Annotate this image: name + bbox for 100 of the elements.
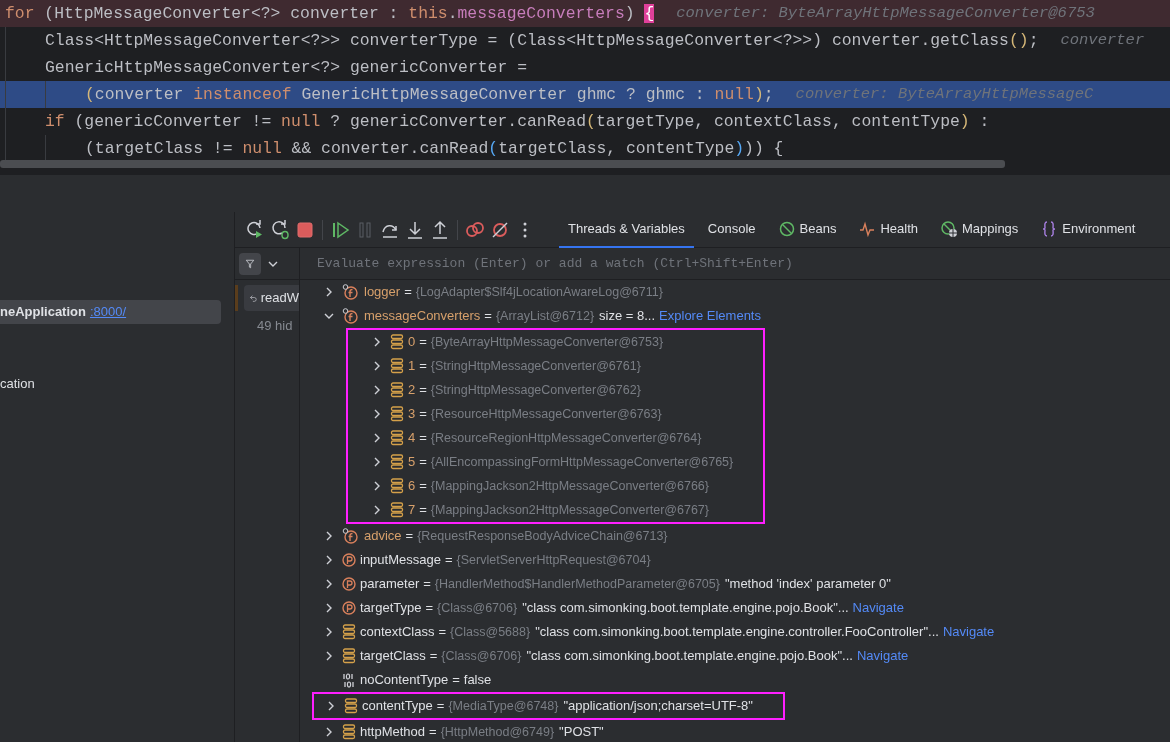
variable-name: 2 xyxy=(408,381,416,400)
tab[interactable]: Mappings xyxy=(932,211,1028,248)
variable-value: {AllEncompassingFormHttpMessageConverter@6765} xyxy=(430,453,734,471)
action-link[interactable]: Navigate xyxy=(942,622,995,642)
equals-sign: = xyxy=(404,283,412,302)
tab[interactable]: Beans xyxy=(769,211,846,248)
equals-sign: = xyxy=(419,501,427,520)
value-text: "class com.simonking.boot.template.engine.pojo.Book"... xyxy=(522,599,849,618)
action-link[interactable]: Navigate xyxy=(852,598,904,618)
rerun-button[interactable] xyxy=(245,219,265,240)
binary-icon xyxy=(342,672,356,688)
equals-sign: = xyxy=(405,527,414,546)
code-line: GenericHttpMessageConverter<?> genericConverter = xyxy=(45,57,527,79)
variable-value: {ServletServerHttpRequest@6704} xyxy=(456,551,651,569)
stop-button[interactable] xyxy=(295,219,315,240)
variable-name: parameter xyxy=(360,575,420,594)
stack-icon xyxy=(342,624,356,640)
variable-name: advice xyxy=(364,527,402,546)
variable-name: 1 xyxy=(408,357,416,376)
step-out-button[interactable] xyxy=(430,219,450,240)
breakpoints-icon xyxy=(465,219,485,240)
variable-value: {MappingJackson2HttpMessageConverter@6767} xyxy=(430,501,709,519)
stack-icon xyxy=(344,698,358,714)
stack-icon xyxy=(390,334,404,350)
variable-name: targetType xyxy=(360,599,422,618)
parameter-icon xyxy=(342,577,356,591)
parameter-icon xyxy=(342,601,356,615)
step-into-button[interactable] xyxy=(405,219,425,240)
variable-name: contentType xyxy=(362,697,433,716)
variable-value: {Class@5688} xyxy=(450,623,531,641)
equals-sign: = xyxy=(425,599,434,618)
variable-value: {MediaType@6748} xyxy=(448,697,559,715)
equals-sign: = xyxy=(452,671,460,690)
pulse-icon xyxy=(859,220,876,237)
braces-icon xyxy=(1041,220,1058,237)
equals-sign: = xyxy=(419,453,427,472)
service-item[interactable]: cation xyxy=(0,372,221,396)
tab[interactable]: Health xyxy=(850,211,927,248)
field-icon xyxy=(342,283,360,301)
step-into-icon xyxy=(405,219,425,240)
variable-name: 6 xyxy=(408,477,416,496)
inline-value-hint: converter: ByteArrayHttpMessageC xyxy=(795,84,1094,105)
stack-icon xyxy=(390,478,404,494)
stack-icon xyxy=(390,430,404,446)
variable-value: {MappingJackson2HttpMessageConverter@6766} xyxy=(430,477,709,495)
resume-icon xyxy=(330,219,350,240)
code-line: (targetClass != null && converter.canRead(targetClass, contentType))) { xyxy=(85,138,784,160)
equals-sign: = xyxy=(419,357,427,376)
service-item[interactable]: neApplication :8000/ xyxy=(0,300,221,324)
variable-value: {StringHttpMessageConverter@6762} xyxy=(430,381,641,399)
filter-button[interactable] xyxy=(239,252,261,275)
inline-value-hint: converter xyxy=(1060,30,1145,51)
value-text: "application/json;charset=UTF-8" xyxy=(563,697,753,716)
variable-name: noContentType xyxy=(360,671,449,690)
variable-name: 5 xyxy=(408,453,416,472)
value-text: "class com.simonking.boot.template.engine.controller.FooController"... xyxy=(535,623,939,642)
equals-sign: = xyxy=(436,697,445,716)
mute-breakpoints-button[interactable] xyxy=(490,219,510,240)
value-text: "POST" xyxy=(559,723,604,742)
stack-icon xyxy=(342,724,356,740)
variable-name: 7 xyxy=(408,501,416,520)
tab[interactable]: Console xyxy=(698,211,765,248)
more-icon xyxy=(523,221,527,238)
stack-icon xyxy=(342,648,356,664)
code-line: if (genericConverter != null ? genericConverter.canRead(targetType, contextClass, contentType) : xyxy=(45,111,990,133)
variable-value: false xyxy=(463,671,492,690)
equals-sign: = xyxy=(419,333,427,352)
breakpoints-button[interactable] xyxy=(465,219,485,240)
stack-icon xyxy=(390,358,404,374)
stop-icon xyxy=(295,219,315,240)
variable-name: 0 xyxy=(408,333,416,352)
parameter-icon xyxy=(342,553,356,567)
equals-sign: = xyxy=(419,429,427,448)
stack-icon xyxy=(390,382,404,398)
mute-breakpoints-icon xyxy=(490,219,510,240)
equals-sign: = xyxy=(419,405,427,424)
variable-value: {ResourceHttpMessageConverter@6763} xyxy=(430,405,662,423)
variable-name: inputMessage xyxy=(360,551,441,570)
code-line: (converter instanceof GenericHttpMessageConverter ghmc ? ghmc : null); xyxy=(85,84,774,106)
code-line: Class<HttpMessageConverter<?>> converterType = (Class<HttpMessageConverter<?>>) converter.getClass(); xyxy=(45,30,1039,52)
equals-sign: = xyxy=(444,551,453,570)
rerun-debug-button[interactable] xyxy=(270,219,290,240)
stack-frame[interactable]: readW xyxy=(244,285,299,311)
action-link[interactable]: Explore Elements xyxy=(659,306,761,326)
stack-icon xyxy=(390,454,404,470)
variable-value: {Class@6706} xyxy=(441,647,522,665)
rerun-debug-icon xyxy=(270,219,290,240)
variable-name: 4 xyxy=(408,429,416,448)
tab[interactable]: Environment xyxy=(1032,211,1145,248)
beans-icon xyxy=(778,220,795,237)
globe-icon xyxy=(941,220,957,237)
hidden-frames-label: 49 hid xyxy=(256,317,293,335)
field-icon xyxy=(342,307,360,325)
equals-sign: = xyxy=(423,575,431,594)
equals-sign: = xyxy=(419,477,427,496)
stack-icon xyxy=(390,502,404,518)
value-text: "class com.simonking.boot.template.engine.pojo.Book"... xyxy=(526,647,853,666)
resume-button[interactable] xyxy=(330,219,350,240)
variable-value: {Class@6706} xyxy=(437,599,518,617)
action-link[interactable]: Navigate xyxy=(856,646,909,666)
